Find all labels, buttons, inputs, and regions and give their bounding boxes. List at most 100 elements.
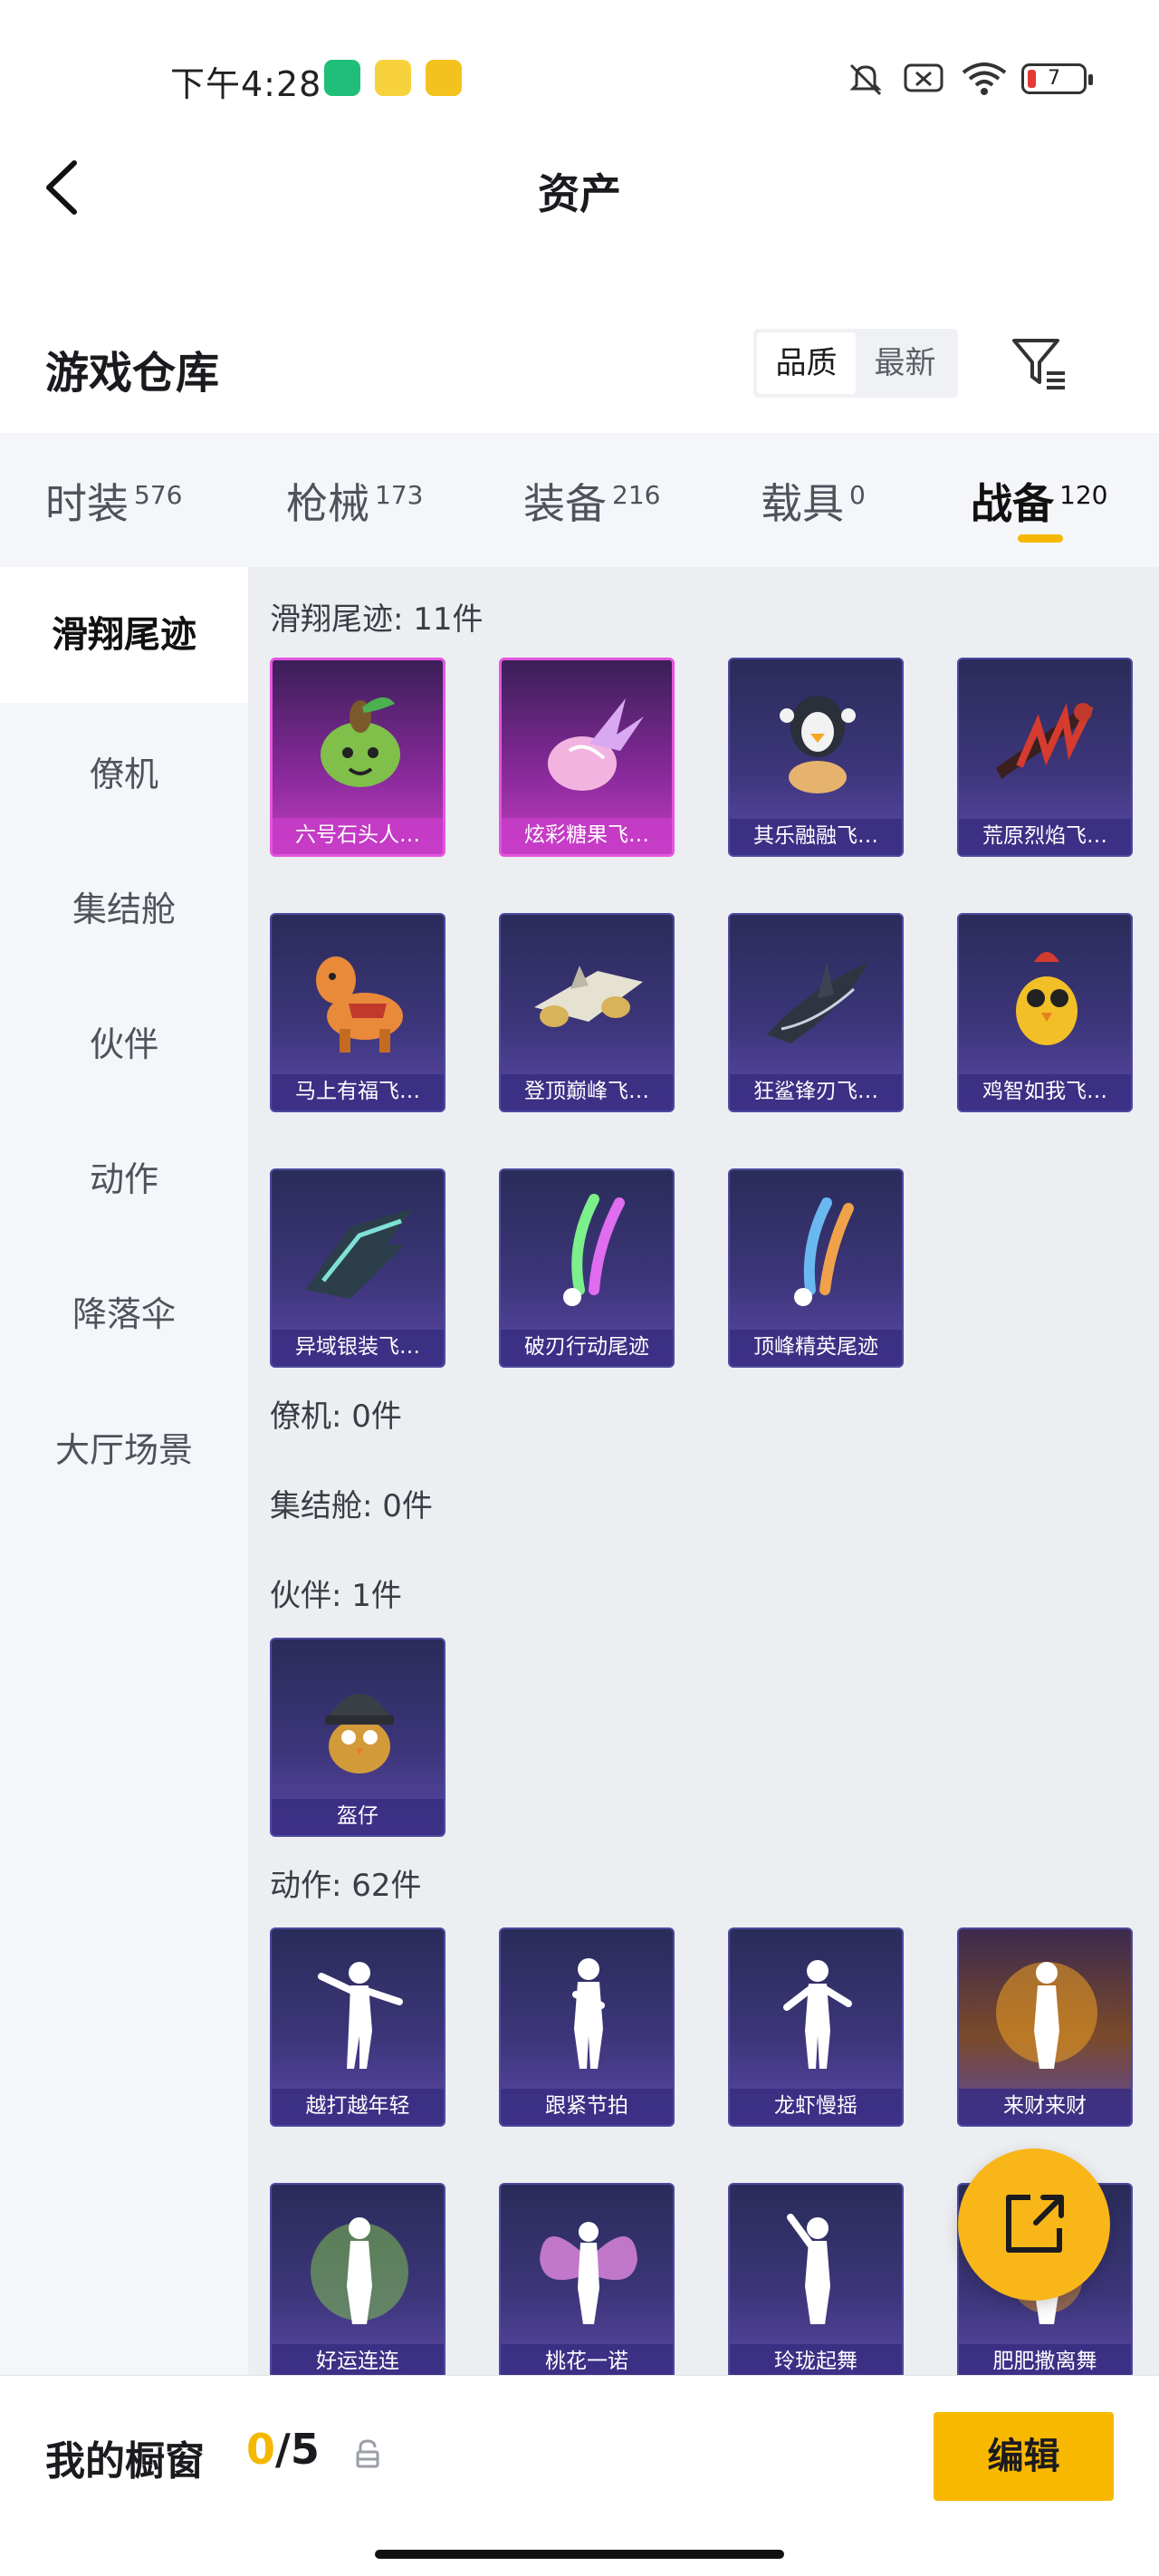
sort-newest-option[interactable]: 最新 xyxy=(856,332,954,394)
sim-blocked-icon xyxy=(904,63,943,92)
item-card[interactable]: 来财来财 xyxy=(957,1927,1133,2127)
item-card[interactable]: 盔仔 xyxy=(270,1638,445,1837)
sidebar-item-wingman[interactable]: 僚机 xyxy=(0,746,248,796)
share-fab-button[interactable] xyxy=(958,2148,1110,2301)
section-title-glide: 滑翔尾迹: 11件 xyxy=(270,601,484,638)
item-name: 顶峰精英尾迹 xyxy=(730,1330,902,1366)
item-card[interactable]: 好运连连 xyxy=(270,2183,445,2375)
fortune-dancer-icon xyxy=(996,1962,1097,2069)
game-app-icon xyxy=(426,60,462,96)
sort-quality-option[interactable]: 品质 xyxy=(757,332,856,394)
battery-icon: 7 xyxy=(1021,63,1093,94)
tab-battle-prep[interactable]: 战备 120 xyxy=(971,471,1107,531)
sidebar-item-parachute[interactable]: 降落伞 xyxy=(0,1286,248,1336)
page-title: 资产 xyxy=(538,169,621,218)
wifi-icon xyxy=(962,62,1007,95)
item-name: 六号石头人… xyxy=(273,818,443,854)
jet-glider-icon xyxy=(534,966,643,1027)
item-name: 登顶巅峰飞… xyxy=(501,1074,673,1110)
trail-smoke-icon xyxy=(794,1197,854,1306)
mute-icon xyxy=(849,63,882,96)
sidebar-item-glide-trail[interactable]: 滑翔尾迹 xyxy=(0,567,248,703)
tab-count: 120 xyxy=(1059,480,1108,510)
item-name: 来财来财 xyxy=(959,2089,1131,2125)
item-name: 炫彩糖果飞… xyxy=(502,818,672,854)
filter-icon[interactable] xyxy=(1009,333,1068,393)
showcase-label: 我的橱窗 xyxy=(45,2438,205,2485)
dancer-icon xyxy=(787,2214,830,2324)
item-name: 龙虾慢摇 xyxy=(730,2089,902,2125)
tab-count: 576 xyxy=(134,480,183,510)
lucky-dancer-icon xyxy=(311,2217,408,2324)
item-name: 狂鲨锋刃飞… xyxy=(730,1074,902,1110)
item-name: 破刃行动尾迹 xyxy=(501,1330,673,1366)
item-grid-panel: 滑翔尾迹: 11件 六号石头人… 炫彩糖果飞… 其乐融融飞… 荒原烈焰飞… 马上… xyxy=(248,567,1159,2375)
dancer-icon xyxy=(572,1958,605,2069)
item-name: 异域银装飞… xyxy=(272,1330,444,1366)
sidebar-item-lobby[interactable]: 大厅场景 xyxy=(0,1422,248,1472)
warehouse-title: 游戏仓库 xyxy=(45,348,220,399)
item-name: 玲珑起舞 xyxy=(730,2344,902,2375)
item-name: 肥肥撒离舞 xyxy=(959,2344,1131,2375)
horse-icon xyxy=(316,956,403,1053)
shark-icon xyxy=(767,962,868,1043)
lock-icon xyxy=(356,2439,379,2468)
active-tab-indicator xyxy=(1018,534,1063,543)
item-name: 盔仔 xyxy=(272,1799,444,1835)
tab-guns[interactable]: 枪械 173 xyxy=(286,471,423,531)
section-title-wingman: 僚机: 0件 xyxy=(270,1399,402,1435)
item-card[interactable]: 鸡智如我飞… xyxy=(957,913,1133,1112)
item-card[interactable]: 荒原烈焰飞… xyxy=(957,658,1133,857)
tab-count: 216 xyxy=(612,480,661,510)
item-card[interactable]: 异域银装飞… xyxy=(270,1168,445,1368)
silver-wing-icon xyxy=(305,1208,414,1299)
section-title-capsule: 集结舱: 0件 xyxy=(270,1488,433,1524)
item-card[interactable]: 跟紧节拍 xyxy=(499,1927,675,2127)
item-name: 桃花一诺 xyxy=(501,2344,673,2375)
chicken-icon xyxy=(1016,952,1078,1045)
tab-label: 载具 xyxy=(761,479,844,528)
home-indicator[interactable] xyxy=(375,2550,784,2559)
penguin-icon xyxy=(780,696,856,793)
sidebar-item-emote[interactable]: 动作 xyxy=(0,1151,248,1201)
trail-smoke-icon xyxy=(563,1194,625,1306)
showcase-current: 0 xyxy=(246,2425,276,2474)
item-name: 鸡智如我飞… xyxy=(959,1074,1131,1110)
item-name: 越打越年轻 xyxy=(272,2089,444,2125)
flame-glider-icon xyxy=(996,703,1094,779)
item-card[interactable]: 桃花一诺 xyxy=(499,2183,675,2375)
item-card[interactable]: 破刃行动尾迹 xyxy=(499,1168,675,1368)
dancer-icon xyxy=(318,1962,403,2069)
item-card[interactable]: 六号石头人… xyxy=(270,658,445,857)
sidebar-item-partner[interactable]: 伙伴 xyxy=(0,1016,248,1066)
item-card[interactable]: 龙虾慢摇 xyxy=(728,1927,904,2127)
item-card[interactable]: 其乐融融飞… xyxy=(728,658,904,857)
item-card[interactable]: 越打越年轻 xyxy=(270,1927,445,2127)
tab-count: 0 xyxy=(849,480,866,510)
item-card[interactable]: 顶峰精英尾迹 xyxy=(728,1168,904,1368)
item-card[interactable]: 玲珑起舞 xyxy=(728,2183,904,2375)
item-name: 跟紧节拍 xyxy=(501,2089,673,2125)
item-name: 马上有福飞… xyxy=(272,1074,444,1110)
edit-button[interactable]: 编辑 xyxy=(934,2412,1114,2501)
item-name: 其乐融融飞… xyxy=(730,819,902,855)
tab-fashion[interactable]: 时装 576 xyxy=(45,471,182,531)
showcase-bar: 我的橱窗 0/5 编辑 xyxy=(0,2375,1159,2576)
item-name: 好运连连 xyxy=(272,2344,444,2375)
shield-app-icon xyxy=(324,60,360,96)
item-card[interactable]: 狂鲨锋刃飞… xyxy=(728,913,904,1112)
showcase-total: /5 xyxy=(275,2425,320,2474)
sidebar-item-capsule[interactable]: 集结舱 xyxy=(0,881,248,931)
status-bar: 下午4:28 7 xyxy=(0,0,1159,159)
status-time: 下午4:28 xyxy=(170,64,322,104)
stone-buddy-icon xyxy=(321,697,400,787)
butterfly-dancer-icon xyxy=(540,2222,637,2324)
tab-vehicles[interactable]: 载具 0 xyxy=(761,471,866,531)
item-card[interactable]: 马上有福飞… xyxy=(270,913,445,1112)
showcase-count: 0/5 xyxy=(246,2425,320,2474)
item-card[interactable]: 登顶巅峰飞… xyxy=(499,913,675,1112)
tab-equipment[interactable]: 装备 216 xyxy=(523,471,660,531)
item-card[interactable]: 炫彩糖果飞… xyxy=(499,658,675,857)
helmet-buddy-icon xyxy=(325,1694,394,1773)
item-name: 荒原烈焰飞… xyxy=(959,819,1131,855)
